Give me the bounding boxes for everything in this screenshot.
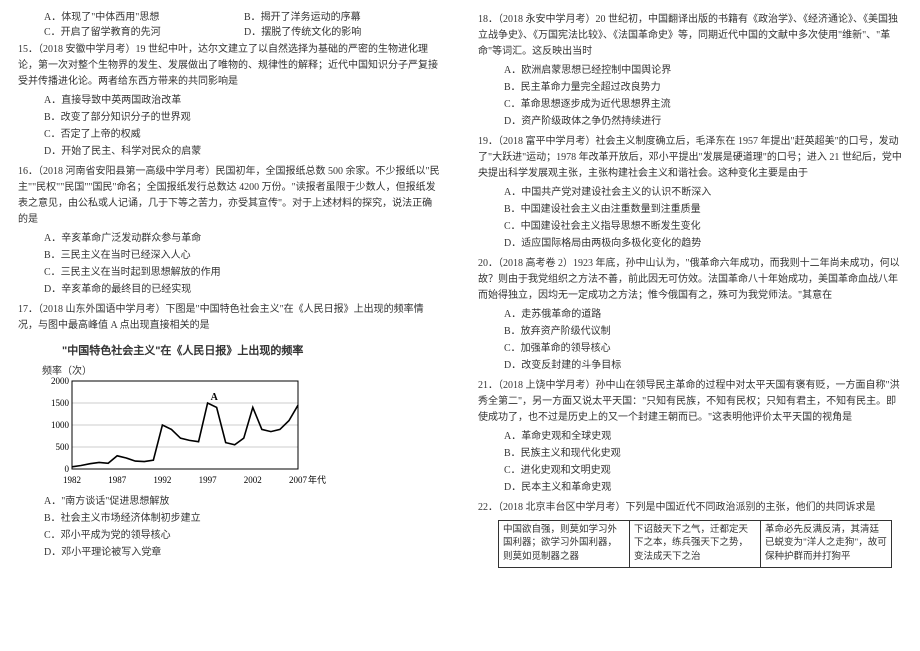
svg-text:1500: 1500: [51, 398, 70, 408]
q18-stem: 18．（2018 永安中学月考）20 世纪初，中国翻译出版的书籍有《政治学》、《…: [478, 12, 902, 60]
q21-optC: C．进化史观和文明史观: [504, 462, 902, 479]
q14-optB: B．揭开了洋务运动的序幕: [244, 8, 361, 23]
q20-optC: C．加强革命的领导核心: [504, 340, 902, 357]
q16-optB: B．三民主义在当时已经深入人心: [44, 247, 442, 264]
q15-optA: A．直接导致中英两国政治改革: [44, 92, 442, 109]
q17-optD: D．邓小平理论被写入党章: [44, 544, 442, 561]
svg-text:2007: 2007: [289, 475, 308, 485]
q20-stem: 20．（2018 高考卷 2）1923 年底，孙中山认为，"俄革命六年成功，而我…: [478, 256, 902, 304]
q14-opts-row2: C．开启了留学教育的先河 D．摆脱了传统文化的影响: [44, 23, 442, 38]
q17-stem: 17．（2018 山东外国语中学月考）下图是"中国特色社会主义"在《人民日报》上…: [18, 302, 442, 334]
q19-optC: C．中国建设社会主义指导思想不断发生变化: [504, 218, 902, 235]
q22-cell-2: 革命必先反满反清，其清廷已蜕变为"洋人之走狗"，故可保种护群而并打狗平: [761, 521, 892, 568]
frequency-chart: 0 500 1000 1500 2000 1982 1987 1992 1997 2002 2007…: [38, 377, 328, 487]
q20-optB: B．放弃资产阶级代议制: [504, 323, 902, 340]
svg-text:A: A: [211, 392, 219, 403]
svg-text:1987: 1987: [108, 475, 127, 485]
q19-optA: A．中国共产党对建设社会主义的认识不断深入: [504, 184, 902, 201]
q14-opts-row1: A．体现了"中体西用"思想 B．揭开了洋务运动的序幕: [44, 8, 442, 23]
q19-optD: D．适应国际格局由两极向多极化变化的趋势: [504, 235, 902, 252]
q22-table: 中国欲自强，则莫如学习外国利器；欲学习外国利器，则莫如觅制器之器 下诏鼓天下之气…: [498, 520, 892, 568]
svg-text:1982: 1982: [63, 475, 81, 485]
q14-optC: C．开启了留学教育的先河: [44, 23, 244, 38]
q22-cell-0: 中国欲自强，则莫如学习外国利器；欲学习外国利器，则莫如觅制器之器: [499, 521, 630, 568]
q21-optD: D．民本主义和革命史观: [504, 479, 902, 496]
svg-text:1992: 1992: [153, 475, 171, 485]
q15-optC: C．否定了上帝的权威: [44, 126, 442, 143]
q14-optA: A．体现了"中体西用"思想: [44, 8, 244, 23]
q21-stem: 21．（2018 上饶中学月考）孙中山在领导民主革命的过程中对太平天国有褒有贬，…: [478, 378, 902, 426]
exam-page: A．体现了"中体西用"思想 B．揭开了洋务运动的序幕 C．开启了留学教育的先河 …: [0, 0, 920, 651]
svg-text:1000: 1000: [51, 420, 70, 430]
svg-text:2002: 2002: [244, 475, 262, 485]
q21-optA: A．革命史观和全球史观: [504, 428, 902, 445]
svg-text:0: 0: [65, 464, 70, 474]
svg-text:1997: 1997: [199, 475, 218, 485]
q18-optC: C．革命思想逐步成为近代思想界主流: [504, 96, 902, 113]
q17-optB: B．社会主义市场经济体制初步建立: [44, 510, 442, 527]
svg-text:年代: 年代: [308, 474, 326, 485]
chart-title: "中国特色社会主义"在《人民日报》上出现的频率: [62, 342, 442, 358]
q19-stem: 19．（2018 富平中学月考）社会主义制度确立后，毛泽东在 1957 年提出"…: [478, 134, 902, 182]
right-column: 18．（2018 永安中学月考）20 世纪初，中国翻译出版的书籍有《政治学》、《…: [460, 0, 920, 651]
q16-stem: 16．（2018 河南省安阳县第一高级中学月考）民国初年，全国报纸总数 500 …: [18, 164, 442, 228]
q19-optB: B．中国建设社会主义由注重数量到注重质量: [504, 201, 902, 218]
q17-optC: C．邓小平成为党的领导核心: [44, 527, 442, 544]
q18-optB: B．民主革命力量完全超过改良势力: [504, 79, 902, 96]
svg-text:2000: 2000: [51, 377, 70, 386]
q17-optA: A．"南方谈话"促进思想解放: [44, 493, 442, 510]
q14-optD: D．摆脱了传统文化的影响: [244, 23, 361, 38]
left-column: A．体现了"中体西用"思想 B．揭开了洋务运动的序幕 C．开启了留学教育的先河 …: [0, 0, 460, 651]
q15-optB: B．改变了部分知识分子的世界观: [44, 109, 442, 126]
q22-stem: 22．（2018 北京丰台区中学月考）下列是中国近代不同政治派别的主张，他们的共…: [478, 500, 902, 516]
q16-optC: C．三民主义在当时起到思想解放的作用: [44, 264, 442, 281]
chart-ylabel: 频率（次）: [42, 362, 442, 377]
q15-optD: D．开始了民主、科学对民众的启蒙: [44, 143, 442, 160]
svg-text:500: 500: [56, 442, 70, 452]
q18-optA: A．欧洲启蒙思想已经控制中国舆论界: [504, 62, 902, 79]
q22-cell-1: 下诏鼓天下之气，迁都定天下之本，练兵强天下之势，变法成天下之治: [630, 521, 761, 568]
q21-optB: B．民族主义和现代化史观: [504, 445, 902, 462]
q16-optA: A．辛亥革命广泛发动群众参与革命: [44, 230, 442, 247]
q18-optD: D．资产阶级政体之争仍然持续进行: [504, 113, 902, 130]
q15-stem: 15．（2018 安徽中学月考）19 世纪中叶，达尔文建立了以自然选择为基础的严…: [18, 42, 442, 90]
q20-optD: D．改变反封建的斗争目标: [504, 357, 902, 374]
q16-optD: D．辛亥革命的最终目的已经实现: [44, 281, 442, 298]
chart-container: "中国特色社会主义"在《人民日报》上出现的频率 频率（次） 0 500 1000 15…: [38, 342, 442, 487]
q20-optA: A．走苏俄革命的道路: [504, 306, 902, 323]
